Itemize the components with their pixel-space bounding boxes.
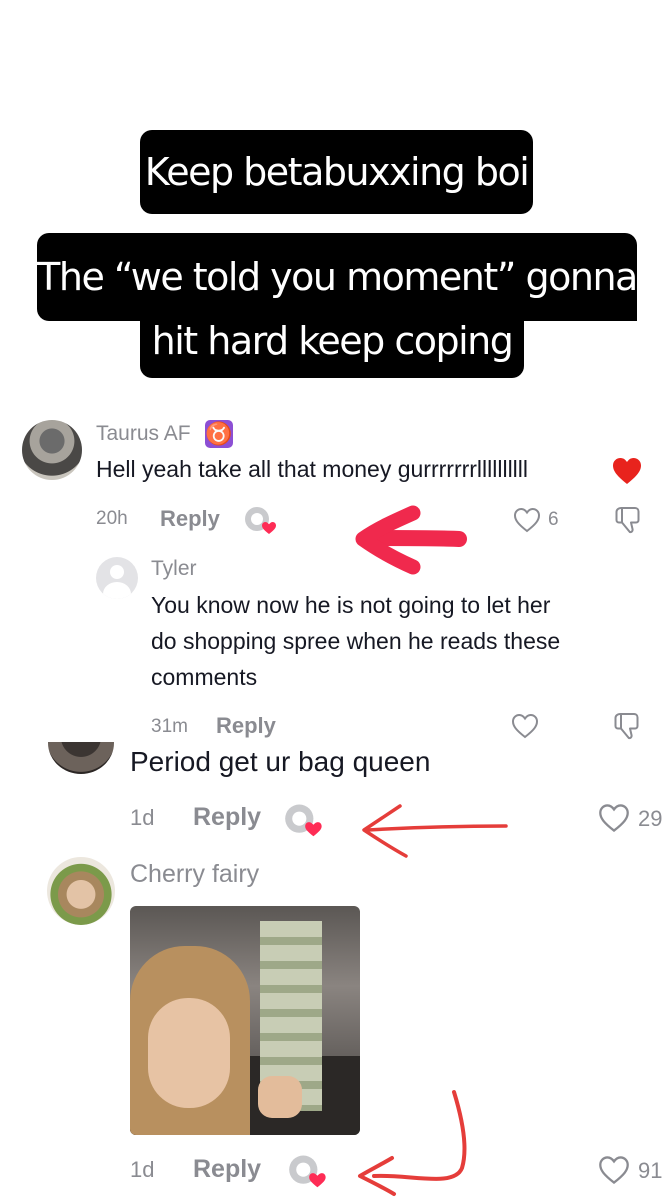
dislike-icon[interactable]	[612, 711, 642, 741]
like-count: 6	[548, 509, 559, 530]
comment-time: 31m	[151, 716, 188, 737]
caption-line-2b: hit hard keep coping	[140, 312, 524, 378]
comment-username[interactable]: Tyler	[151, 557, 197, 581]
comment-time: 20h	[96, 508, 128, 529]
caption-line-2a: The “we told you moment” gonna	[37, 233, 638, 321]
comment-text-line-1: You know now he is not going to let her	[151, 592, 551, 618]
creator-liked-icon	[245, 507, 276, 534]
reply-button[interactable]: Reply	[160, 506, 220, 532]
annotation-arrow-1	[355, 505, 467, 575]
avatar[interactable]	[47, 857, 115, 925]
like-count: 91	[638, 1158, 663, 1183]
reply-button[interactable]: Reply	[216, 713, 276, 739]
comment-time: 1d	[130, 1157, 155, 1182]
avatar[interactable]	[48, 742, 114, 774]
like-heart-icon[interactable]	[513, 507, 541, 533]
annotation-arrow-2	[362, 804, 508, 858]
comment-text: Hell yeah take all that money gurrrrrrrl…	[96, 456, 529, 482]
avatar[interactable]	[22, 420, 82, 480]
like-heart-icon[interactable]	[598, 1155, 630, 1185]
comment-text-line-3: comments	[151, 664, 258, 690]
like-count: 29	[638, 806, 663, 831]
comment-text-line-2: do shopping spree when he reads these	[151, 628, 561, 654]
caption-line-1: Keep betabuxxing boi	[140, 130, 533, 214]
dislike-icon[interactable]	[613, 505, 643, 535]
creator-liked-icon	[289, 1155, 326, 1188]
like-heart-icon[interactable]	[511, 713, 539, 739]
reply-button[interactable]: Reply	[193, 1155, 261, 1184]
comment-time: 1d	[130, 805, 155, 830]
reply-button[interactable]: Reply	[193, 803, 261, 832]
taurus-sign-icon: ♉	[205, 420, 233, 448]
comment-username[interactable]: Taurus AF	[96, 422, 191, 446]
comment-username[interactable]: Cherry fairy	[130, 860, 259, 889]
like-heart-icon[interactable]	[598, 803, 630, 833]
comment-photo[interactable]	[130, 906, 360, 1135]
avatar[interactable]	[96, 557, 138, 599]
comment-text: Period get ur bag queen	[130, 746, 431, 777]
annotation-arrow-3	[358, 1090, 467, 1196]
red-heart-icon	[613, 458, 641, 484]
creator-liked-icon	[285, 804, 322, 837]
